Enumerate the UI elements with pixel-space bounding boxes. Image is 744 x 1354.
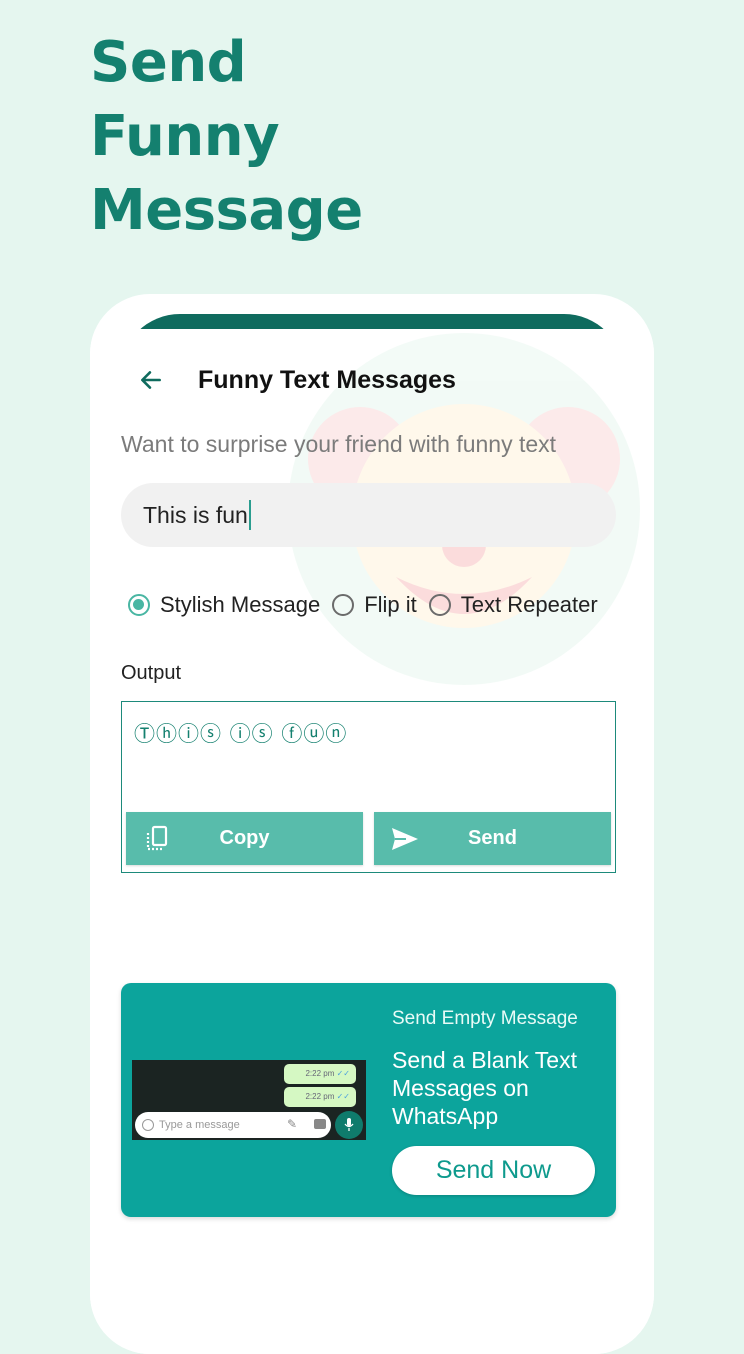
radio-stylish-message[interactable]: Stylish Message [128, 592, 320, 618]
send-icon [392, 828, 418, 850]
radio-unchecked-icon [332, 594, 355, 616]
headline-line-2: Funny [90, 104, 280, 169]
microphone-icon [335, 1111, 363, 1139]
send-button-label: Send [468, 827, 517, 849]
output-text: Ⓣⓗⓘⓢ ⓘⓢ ⓕⓤⓝ [134, 722, 348, 746]
emoji-icon [142, 1119, 154, 1131]
promo-banner: 2:22 pm ✓✓ 2:22 pm ✓✓ Type a message ✎ S… [121, 983, 616, 1217]
radio-unchecked-icon [428, 594, 451, 616]
app-screen: Funny Text Messages Want to surprise you… [90, 329, 654, 1354]
attach-icon: ✎ [287, 1117, 298, 1131]
phone-frame: Funny Text Messages Want to surprise you… [90, 294, 654, 1354]
chat-bubble: 2:22 pm ✓✓ [284, 1064, 356, 1084]
mode-radio-group: Stylish Message Flip it Text Repeater [128, 590, 610, 620]
radio-text-repeater[interactable]: Text Repeater [428, 592, 598, 618]
radio-label: Text Repeater [460, 592, 598, 617]
headline: Send Funny Message [90, 26, 363, 248]
promo-title: Send a Blank Text Messages on WhatsApp [392, 1047, 577, 1129]
send-now-button[interactable]: Send Now [392, 1146, 595, 1195]
preview-input-placeholder: Type a message [159, 1119, 240, 1131]
bubble-time: 2:22 pm [305, 1092, 335, 1101]
preview-message-input: Type a message ✎ [135, 1112, 331, 1138]
prompt-text: Want to surprise your friend with funny … [121, 431, 557, 457]
radio-flip-it[interactable]: Flip it [332, 592, 417, 618]
chat-bubble: 2:22 pm ✓✓ [284, 1087, 356, 1107]
double-tick-icon: ✓✓ [336, 1092, 350, 1101]
page-title: Funny Text Messages [198, 366, 456, 394]
radio-label: Stylish Message [160, 592, 321, 617]
whatsapp-preview-image: 2:22 pm ✓✓ 2:22 pm ✓✓ Type a message ✎ [132, 1060, 366, 1140]
output-label: Output [121, 662, 182, 684]
copy-button[interactable]: Copy [126, 812, 363, 865]
app-bar: Funny Text Messages [90, 359, 654, 403]
back-button[interactable] [134, 363, 168, 397]
headline-line-1: Send [90, 30, 247, 95]
double-tick-icon: ✓✓ [336, 1069, 350, 1078]
copy-icon [146, 825, 168, 851]
message-input[interactable]: This is fun [121, 483, 616, 547]
arrow-left-icon [141, 371, 161, 389]
send-button[interactable]: Send [374, 812, 611, 865]
message-input-value: This is fun [143, 501, 248, 528]
headline-line-3: Message [90, 178, 363, 243]
bubble-time: 2:22 pm [305, 1069, 335, 1078]
output-box: Ⓣⓗⓘⓢ ⓘⓢ ⓕⓤⓝ Copy Send [121, 701, 616, 873]
promo-kicker: Send Empty Message [392, 1008, 578, 1029]
text-caret [248, 500, 251, 530]
radio-checked-icon [128, 594, 150, 616]
camera-icon [314, 1119, 326, 1129]
copy-button-label: Copy [219, 827, 270, 849]
radio-label: Flip it [364, 592, 417, 617]
